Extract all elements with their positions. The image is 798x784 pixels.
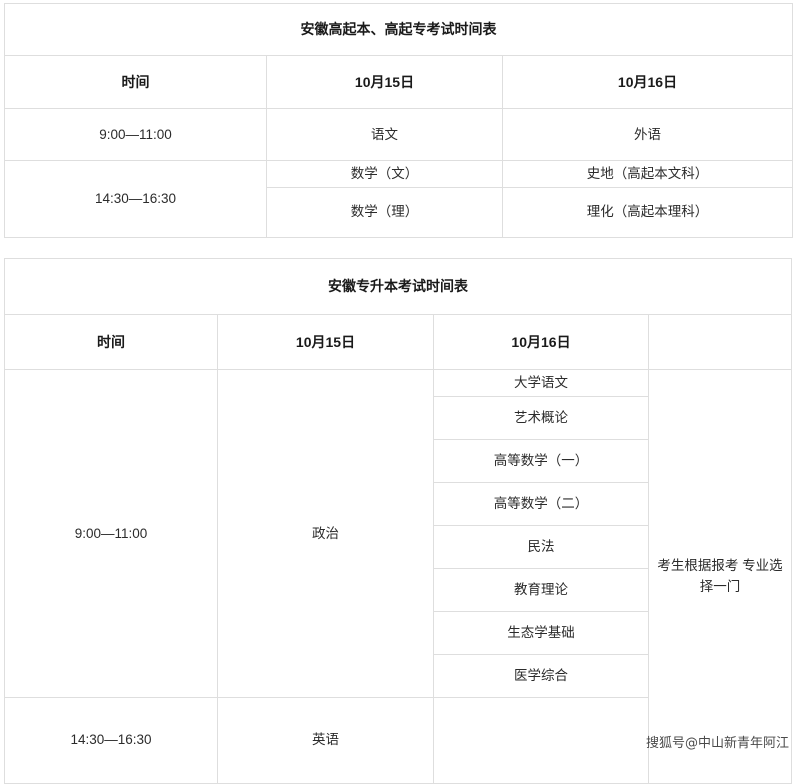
at-sign-icon: @	[684, 736, 698, 751]
cell-oct15-afternoon: 英语	[217, 696, 434, 784]
cell-subject: 生态学基础	[433, 610, 649, 655]
table-title: 安徽高起本、高起专考试时间表	[3, 3, 794, 56]
column-header-oct16: 10月16日	[501, 55, 794, 109]
cell-oct16-afternoon	[433, 696, 649, 784]
column-header-note	[648, 314, 792, 370]
cell-oct15-morning: 政治	[217, 369, 434, 698]
exam-schedule-table-zhuanshengben: 安徽专升本考试时间表 时间 10月15日 10月16日 9:00—11:00 政…	[4, 258, 792, 784]
cell-subject: 高等数学（一）	[433, 438, 649, 483]
cell-subject: 民法	[433, 524, 649, 569]
exam-schedule-table-zhuanshengben-container: 安徽专升本考试时间表 时间 10月15日 10月16日 9:00—11:00 政…	[4, 258, 792, 784]
table-title-row: 安徽高起本、高起专考试时间表	[3, 3, 794, 56]
cell-note: 考生根据报考 专业选择一门	[648, 369, 792, 784]
cell-time-afternoon: 14:30—16:30	[4, 696, 218, 784]
watermark: 搜狐号@中山新青年阿江	[646, 732, 789, 751]
cell-subject: 高等数学（二）	[433, 481, 649, 526]
cell-time-morning: 9:00—11:00	[4, 108, 267, 161]
cell-subject: 医学综合	[433, 653, 649, 698]
column-header-time: 时间	[4, 314, 218, 370]
table-header-row: 时间 10月15日 10月16日	[4, 55, 794, 109]
watermark-account: 中山新青年阿江	[697, 736, 789, 751]
exam-schedule-table-gaoqi-container: 安徽高起本、高起专考试时间表 时间 10月15日 10月16日 9:00—11:…	[3, 3, 794, 238]
cell-subject: 艺术概论	[433, 395, 649, 440]
watermark-prefix: 搜狐号	[645, 736, 685, 751]
cell-subject: 大学语文	[433, 369, 649, 397]
column-header-oct15: 10月15日	[266, 55, 503, 109]
table-title-row: 安徽专升本考试时间表	[4, 258, 792, 315]
cell-oct16-morning: 外语	[501, 108, 794, 161]
column-header-oct15: 10月15日	[217, 314, 434, 370]
page-root: 安徽高起本、高起专考试时间表 时间 10月15日 10月16日 9:00—11:…	[0, 0, 798, 784]
table-row: 14:30—16:30 数学（文） 史地（高起本文科）	[4, 160, 794, 238]
cell-oct15-morning: 语文	[266, 108, 503, 161]
cell-time-morning: 9:00—11:00	[4, 369, 218, 698]
cell-time-afternoon: 14:30—16:30	[4, 160, 267, 238]
table-header-row: 时间 10月15日 10月16日	[4, 314, 792, 370]
table-title: 安徽专升本考试时间表	[4, 258, 792, 315]
cell-oct16-afternoon-li: 理化（高起本理科）	[501, 186, 794, 238]
cell-oct15-afternoon-li: 数学（理）	[266, 186, 503, 238]
cell-subject: 教育理论	[433, 567, 649, 612]
cell-oct15-afternoon-wen: 数学（文）	[266, 160, 503, 188]
exam-schedule-table-gaoqi: 安徽高起本、高起专考试时间表 时间 10月15日 10月16日 9:00—11:…	[3, 3, 794, 238]
column-header-oct16: 10月16日	[433, 314, 649, 370]
table-row: 9:00—11:00 语文 外语	[4, 108, 794, 161]
column-header-time: 时间	[4, 55, 267, 109]
table-row: 9:00—11:00 政治 大学语文 考生根据报考 专业选择一门	[4, 369, 792, 784]
cell-oct16-afternoon-wen: 史地（高起本文科）	[501, 160, 794, 188]
